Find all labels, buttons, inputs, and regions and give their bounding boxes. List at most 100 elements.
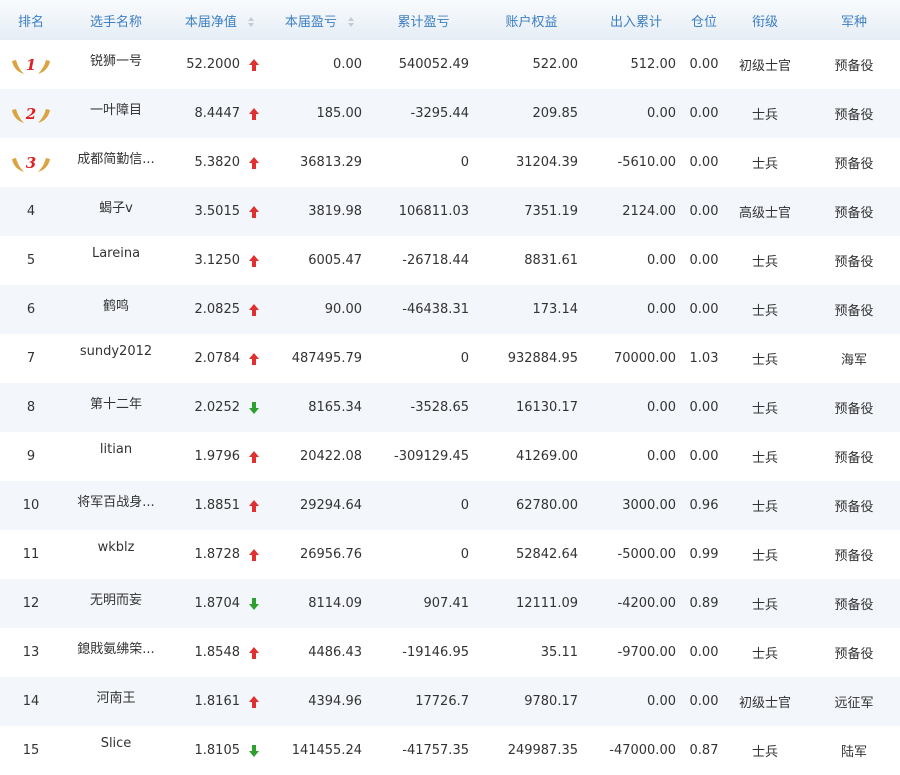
rank-number: 1: [26, 56, 36, 74]
cum-pnl-cell: -3528.65: [370, 383, 477, 432]
position-cell: 0.89: [686, 579, 722, 628]
branch-cell: 预备役: [808, 187, 900, 236]
up-arrow-icon: [249, 646, 259, 659]
header-equity[interactable]: 账户权益: [477, 0, 586, 40]
name-cell[interactable]: wkblz: [62, 530, 170, 579]
position-cell: 1.03: [686, 334, 722, 383]
player-name[interactable]: sundy2012: [80, 344, 152, 359]
title-cell: 士兵: [722, 579, 808, 628]
up-arrow-icon: [249, 499, 259, 512]
pnl-value: 0.00: [333, 57, 362, 72]
header-name[interactable]: 选手名称: [62, 0, 170, 40]
pnl-value: 3819.98: [308, 204, 362, 219]
name-cell[interactable]: 锐狮一号: [62, 40, 170, 89]
player-name[interactable]: 鹤鸣: [103, 295, 129, 314]
io-cell: -5000.00: [586, 530, 686, 579]
name-cell[interactable]: litian: [62, 432, 170, 481]
player-name[interactable]: 成都简勤信...: [77, 148, 154, 167]
table-row[interactable]: 13 鎴戝氨绋筞... 1.8548 4486.43 -19146.95 35.…: [0, 628, 900, 677]
header-nav[interactable]: 本届净值: [170, 0, 270, 40]
io-cell: 0.00: [586, 236, 686, 285]
equity-cell: 249987.35: [477, 726, 586, 775]
table-row[interactable]: 2 一叶障目 8.4447 185.00 -3295.44 209.85 0.0…: [0, 89, 900, 138]
name-cell[interactable]: Slice: [62, 726, 170, 775]
nav-cell: 8.4447: [170, 89, 270, 138]
player-name[interactable]: 将军百战身...: [77, 491, 154, 510]
sort-icon[interactable]: [247, 16, 255, 28]
name-cell[interactable]: 无明而妄: [62, 579, 170, 628]
pnl-cell: 4394.96: [270, 677, 370, 726]
name-cell[interactable]: 鹤鸣: [62, 285, 170, 334]
rank-cell: 8: [0, 383, 62, 432]
table-row[interactable]: 15 Slice 1.8105 141455.24 -41757.35 2499…: [0, 726, 900, 775]
cum-pnl-cell: 0: [370, 138, 477, 187]
table-row[interactable]: 11 wkblz 1.8728 26956.76 0 52842.64 -500…: [0, 530, 900, 579]
table-row[interactable]: 1 锐狮一号 52.2000 0.00 540052.49 522.00 512…: [0, 40, 900, 89]
player-name[interactable]: 河南王: [96, 687, 135, 706]
table-row[interactable]: 4 蝎子v 3.5015 3819.98 106811.03 7351.19 2…: [0, 187, 900, 236]
title-cell: 士兵: [722, 236, 808, 285]
title-cell: 士兵: [722, 726, 808, 775]
name-cell[interactable]: 蝎子v: [62, 187, 170, 236]
table-row[interactable]: 6 鹤鸣 2.0825 90.00 -46438.31 173.14 0.00 …: [0, 285, 900, 334]
rank-title: 士兵: [751, 549, 778, 564]
header-io[interactable]: 出入累计: [586, 0, 686, 40]
player-name[interactable]: wkblz: [98, 540, 135, 555]
name-cell[interactable]: 河南王: [62, 677, 170, 726]
table-row[interactable]: 3 成都简勤信... 5.3820 36813.29 0 31204.39 -5…: [0, 138, 900, 187]
header-cum-pnl[interactable]: 累计盈亏: [370, 0, 477, 40]
nav-value: 8.4447: [194, 106, 241, 121]
table-row[interactable]: 9 litian 1.9796 20422.08 -309129.45 4126…: [0, 432, 900, 481]
rank-cell: 11: [0, 530, 62, 579]
table-row[interactable]: 10 将军百战身... 1.8851 29294.64 0 62780.00 3…: [0, 481, 900, 530]
player-name[interactable]: 锐狮一号: [90, 50, 142, 69]
rank-number: 5: [26, 253, 36, 268]
pnl-cell: 4486.43: [270, 628, 370, 677]
io-value: 2124.00: [622, 204, 676, 219]
header-title[interactable]: 衔级: [722, 0, 808, 40]
rank-title: 士兵: [751, 402, 778, 417]
name-cell[interactable]: 第十二年: [62, 383, 170, 432]
up-arrow-icon: [249, 450, 259, 463]
pnl-cell: 8165.34: [270, 383, 370, 432]
pnl-value: 8114.09: [308, 596, 362, 611]
rank-cell: 2: [0, 89, 62, 138]
player-name[interactable]: 无明而妄: [90, 589, 142, 608]
player-name[interactable]: litian: [100, 442, 132, 457]
header-pnl[interactable]: 本届盈亏: [270, 0, 370, 40]
player-name[interactable]: Lareina: [92, 246, 140, 261]
name-cell[interactable]: 将军百战身...: [62, 481, 170, 530]
pnl-cell: 20422.08: [270, 432, 370, 481]
table-row[interactable]: 7 sundy2012 2.0784 487495.79 0 932884.95…: [0, 334, 900, 383]
table-row[interactable]: 14 河南王 1.8161 4394.96 17726.7 9780.17 0.…: [0, 677, 900, 726]
equity-cell: 16130.17: [477, 383, 586, 432]
io-value: -5000.00: [617, 547, 676, 562]
header-position[interactable]: 仓位: [686, 0, 722, 40]
name-cell[interactable]: Lareina: [62, 236, 170, 285]
player-name[interactable]: Slice: [101, 736, 132, 751]
name-cell[interactable]: 成都简勤信...: [62, 138, 170, 187]
header-branch[interactable]: 军种: [808, 0, 900, 40]
equity-value: 173.14: [532, 302, 579, 317]
rank-title: 士兵: [751, 598, 778, 613]
player-name[interactable]: 一叶障目: [90, 99, 142, 118]
player-name[interactable]: 蝎子v: [99, 197, 133, 216]
equity-value: 35.11: [540, 645, 578, 660]
branch-cell: 预备役: [808, 89, 900, 138]
header-rank[interactable]: 排名: [0, 0, 62, 40]
player-name[interactable]: 鎴戝氨绋筞...: [77, 638, 154, 657]
branch-cell: 预备役: [808, 530, 900, 579]
player-name[interactable]: 第十二年: [90, 393, 142, 412]
table-row[interactable]: 5 Lareina 3.1250 6005.47 -26718.44 8831.…: [0, 236, 900, 285]
table-row[interactable]: 12 无明而妄 1.8704 8114.09 907.41 12111.09 -…: [0, 579, 900, 628]
cum-pnl-cell: 0: [370, 530, 477, 579]
nav-cell: 2.0252: [170, 383, 270, 432]
io-value: 0.00: [647, 106, 676, 121]
name-cell[interactable]: sundy2012: [62, 334, 170, 383]
table-row[interactable]: 8 第十二年 2.0252 8165.34 -3528.65 16130.17 …: [0, 383, 900, 432]
down-arrow-icon: [249, 401, 259, 414]
position-value: 0.00: [689, 302, 719, 317]
name-cell[interactable]: 一叶障目: [62, 89, 170, 138]
sort-icon[interactable]: [347, 16, 355, 28]
name-cell[interactable]: 鎴戝氨绋筞...: [62, 628, 170, 677]
